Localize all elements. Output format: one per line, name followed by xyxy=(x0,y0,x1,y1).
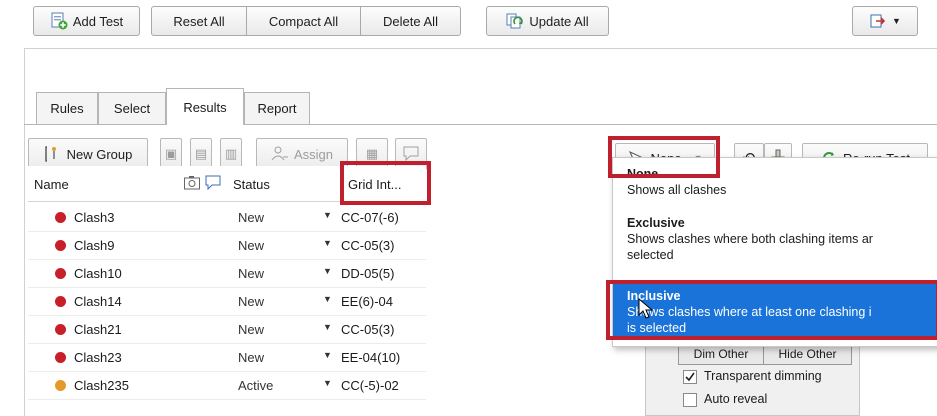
reset-all-button[interactable]: Reset All xyxy=(151,6,247,36)
delete-all-button[interactable]: Delete All xyxy=(361,6,461,36)
menu-item-exclusive-desc-2: selected xyxy=(627,248,674,262)
clash-name: Clash3 xyxy=(74,210,115,225)
clash-status: New xyxy=(238,210,265,225)
tab-content-border xyxy=(24,124,937,125)
tab-select-label: Select xyxy=(113,101,151,116)
grid-column-highlight xyxy=(340,161,431,205)
export-icon xyxy=(869,12,887,30)
new-group-icon xyxy=(44,145,62,163)
status-dropdown-icon[interactable]: ▼ xyxy=(323,294,332,304)
table-row[interactable]: Clash235 Active ▼ CC(-5)-02 xyxy=(28,372,426,400)
transparent-dimming-label: Transparent dimming xyxy=(704,369,822,383)
update-all-button[interactable]: Update All xyxy=(486,6,609,36)
new-group-label: New Group xyxy=(66,146,133,162)
status-dot xyxy=(55,212,66,223)
clash-name: Clash235 xyxy=(74,378,129,393)
add-test-button[interactable]: Add Test xyxy=(33,6,140,36)
dim-other-label: Dim Other xyxy=(693,347,749,361)
hide-other-label: Hide Other xyxy=(778,347,837,361)
clash-grid-intersection: DD-05(5) xyxy=(341,266,395,281)
update-all-icon xyxy=(506,12,524,30)
clash-grid-intersection: CC-05(3) xyxy=(341,322,395,337)
status-dropdown-icon[interactable]: ▼ xyxy=(323,350,332,360)
clash-name: Clash10 xyxy=(74,266,122,281)
reset-all-label: Reset All xyxy=(173,13,225,29)
tab-report[interactable]: Report xyxy=(244,92,310,124)
status-dot xyxy=(55,324,66,335)
menu-item-exclusive-title: Exclusive xyxy=(627,216,685,230)
compact-all-label: Compact All xyxy=(268,13,339,29)
status-dot xyxy=(55,296,66,307)
tab-report-label: Report xyxy=(257,101,297,116)
clash-grid-intersection: EE-04(10) xyxy=(341,350,401,365)
table-row[interactable]: Clash14 New ▼ EE(6)-04 xyxy=(28,288,426,316)
clash-name: Clash23 xyxy=(74,350,122,365)
clash-grid-intersection: EE(6)-04 xyxy=(341,294,394,309)
tab-results-label: Results xyxy=(183,99,227,115)
table-row[interactable]: Clash10 New ▼ DD-05(5) xyxy=(28,260,426,288)
filter-highlight xyxy=(608,136,720,178)
status-dropdown-icon[interactable]: ▼ xyxy=(323,322,332,332)
group-tool-1-icon: ▣ xyxy=(164,146,178,161)
group-tool-3-icon: ▥ xyxy=(224,146,238,161)
menu-item-exclusive[interactable]: Exclusive Shows clashes where both clash… xyxy=(613,215,937,267)
clash-name: Clash9 xyxy=(74,238,115,253)
table-row[interactable]: Clash3 New ▼ CC-07(-6) xyxy=(28,204,426,232)
auto-reveal-checkbox[interactable] xyxy=(683,393,697,407)
chevron-down-icon: ▼ xyxy=(892,16,901,26)
clash-status: New xyxy=(238,350,265,365)
clash-status: New xyxy=(238,322,265,337)
status-dropdown-icon[interactable]: ▼ xyxy=(323,266,332,276)
auto-reveal-label: Auto reveal xyxy=(704,392,768,406)
tab-rules[interactable]: Rules xyxy=(36,92,98,124)
table-row[interactable]: Clash23 New ▼ EE-04(10) xyxy=(28,344,426,372)
clash-grid-intersection: CC(-5)-02 xyxy=(341,378,399,393)
compact-all-button[interactable]: Compact All xyxy=(247,6,361,36)
delete-all-label: Delete All xyxy=(383,13,438,29)
tab-select[interactable]: Select xyxy=(98,92,166,124)
menu-item-exclusive-desc: Shows clashes where both clashing items … xyxy=(627,232,873,246)
status-dot xyxy=(55,380,66,391)
comment-column-icon[interactable] xyxy=(204,174,222,193)
status-dropdown-icon[interactable]: ▼ xyxy=(323,210,332,220)
inclusive-highlight xyxy=(606,280,937,340)
status-dot xyxy=(55,352,66,363)
clash-status: Active xyxy=(238,378,274,393)
status-dropdown-icon[interactable]: ▼ xyxy=(323,378,332,388)
status-dot xyxy=(55,240,66,251)
tab-results[interactable]: Results xyxy=(166,88,244,125)
column-header-status[interactable]: Status xyxy=(233,177,270,192)
assign-user-icon xyxy=(271,145,289,163)
status-dropdown-icon[interactable]: ▼ xyxy=(323,238,332,248)
table-row[interactable]: Clash21 New ▼ CC-05(3) xyxy=(28,316,426,344)
clash-name: Clash14 xyxy=(74,294,122,309)
clash-name: Clash21 xyxy=(74,322,122,337)
assign-label: Assign xyxy=(293,146,334,162)
camera-icon[interactable] xyxy=(183,174,201,195)
checkmark-icon xyxy=(685,372,695,382)
table-row[interactable]: Clash9 New ▼ CC-05(3) xyxy=(28,232,426,260)
mouse-cursor-icon xyxy=(638,297,654,323)
clash-status: New xyxy=(238,266,265,281)
add-test-label: Add Test xyxy=(72,13,124,29)
update-all-label: Update All xyxy=(529,13,589,29)
group-tool-2-icon: ▤ xyxy=(194,146,208,161)
column-header-name[interactable]: Name xyxy=(34,177,69,192)
clash-grid-intersection: CC-07(-6) xyxy=(341,210,399,225)
unassign-icon: ▦ xyxy=(365,146,379,161)
clash-grid-intersection: CC-05(3) xyxy=(341,238,395,253)
status-dot xyxy=(55,268,66,279)
menu-item-none-desc: Shows all clashes xyxy=(627,183,727,197)
transparent-dimming-checkbox[interactable] xyxy=(683,370,697,384)
add-test-icon xyxy=(50,12,68,30)
export-dropdown-button[interactable]: ▼ xyxy=(852,6,918,36)
clash-status: New xyxy=(238,238,265,253)
clash-status: New xyxy=(238,294,265,309)
tab-rules-label: Rules xyxy=(50,101,84,116)
